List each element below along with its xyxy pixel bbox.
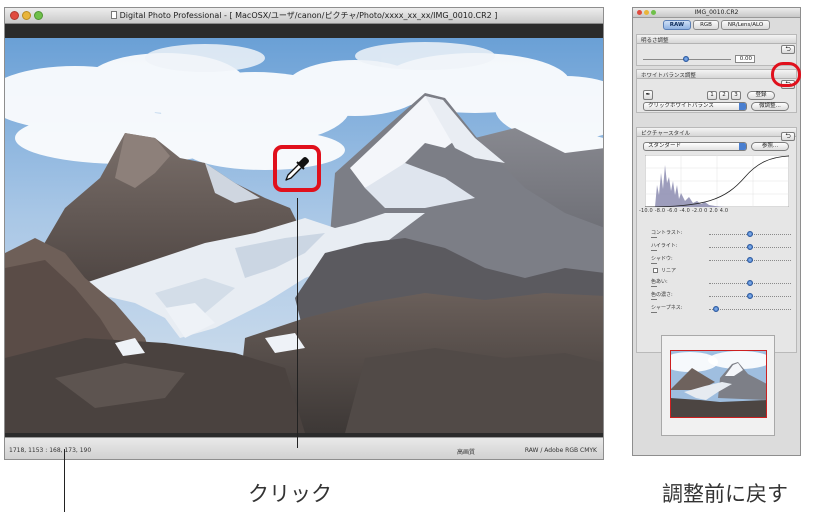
- tab-rgb[interactable]: RGB: [693, 20, 719, 30]
- eyedropper-icon: ✒: [645, 91, 651, 98]
- slider-knob[interactable]: [747, 231, 753, 237]
- viewer-title: Digital Photo Professional - [ MacOSX/ユー…: [5, 10, 603, 21]
- slider-knob[interactable]: [747, 244, 753, 250]
- stage: Digital Photo Professional - [ MacOSX/ユー…: [0, 0, 826, 512]
- linear-label: リニア: [661, 268, 677, 274]
- slider-knob[interactable]: [747, 257, 753, 263]
- slider-knob[interactable]: [747, 280, 753, 286]
- picture-style-browse-button[interactable]: 参照...: [751, 142, 789, 151]
- undo-arrow-icon: ⮌: [785, 132, 791, 140]
- picture-style-reset-button[interactable]: ⮌: [781, 132, 795, 141]
- dropper-highlight: [273, 145, 321, 192]
- slider-knob[interactable]: [747, 293, 753, 299]
- curve-axis-ticks: -10.0 -8.0 -6.0 -4.0 -2.0 0 2.0 4.0: [639, 208, 728, 214]
- axis-tick: -6.0: [667, 208, 678, 214]
- picture-style-value: スタンダード: [648, 143, 682, 149]
- eyedropper-icon: [285, 157, 309, 181]
- axis-tick: -10.0: [639, 208, 653, 214]
- viewer-titlebar[interactable]: Digital Photo Professional - [ MacOSX/ユー…: [5, 8, 603, 24]
- picture-style-section: ピクチャースタイル ⮌ スタンダード 参照... -10.0 -8.0 -6.0…: [636, 127, 797, 353]
- wb-mode-select[interactable]: クリックホワイトバランス: [643, 102, 747, 111]
- axis-tick: 0: [704, 208, 708, 214]
- click-callout: クリック: [248, 482, 332, 506]
- axis-tick: -2.0: [691, 208, 703, 214]
- tab-raw[interactable]: RAW: [662, 20, 692, 30]
- picture-style-header: ピクチャースタイル: [637, 128, 796, 137]
- palette-title: IMG_0010.CR2: [694, 9, 739, 16]
- slider-knob[interactable]: [713, 306, 719, 312]
- status-callout-line: [64, 449, 65, 512]
- axis-tick: 2.0: [709, 208, 718, 214]
- mountain-photo: [5, 38, 603, 433]
- viewer-title-text: Digital Photo Professional - [ MacOSX/ユー…: [119, 11, 498, 20]
- status-quality-mode: 高画質: [457, 449, 476, 456]
- palette-tabs: RAW RGB NR/Lens/ALO: [633, 20, 800, 32]
- white-balance-dropper-button[interactable]: ✒: [643, 90, 653, 100]
- brightness-header: 明るさ調整: [637, 35, 796, 44]
- linear-checkbox[interactable]: [653, 268, 658, 273]
- click-callout-line: [297, 198, 298, 448]
- navigator-panel: [661, 335, 775, 436]
- palette-titlebar[interactable]: IMG_0010.CR2: [633, 8, 800, 18]
- wb-mode-value: クリックホワイトバランス: [648, 103, 714, 109]
- white-balance-label: ホワイトバランス調整: [641, 73, 696, 79]
- undo-arrow-icon: ⮌: [785, 45, 791, 53]
- document-icon: [110, 11, 117, 19]
- image-viewer-window: Digital Photo Professional - [ MacOSX/ユー…: [4, 7, 604, 460]
- wb-fine-tune-button[interactable]: 微調整...: [751, 102, 789, 111]
- slider-icon: [651, 261, 657, 264]
- slider-icon: [651, 284, 657, 287]
- axis-tick: 4.0: [719, 208, 729, 214]
- slider-icon: [651, 235, 657, 238]
- chevron-down-icon: [739, 103, 746, 110]
- chevron-down-icon: [739, 143, 746, 150]
- reset-callout: 調整前に戻す: [662, 482, 788, 506]
- status-color-space: RAW / Adobe RGB CMYK: [524, 447, 597, 454]
- picture-style-select[interactable]: スタンダード: [643, 142, 747, 151]
- wb-preset-2[interactable]: 2: [719, 91, 729, 100]
- slider-icon: [651, 248, 657, 251]
- slider-icon: [651, 310, 657, 313]
- brightness-slider-knob[interactable]: [683, 56, 689, 62]
- brightness-value[interactable]: 0.00: [735, 55, 755, 63]
- wb-preset-3[interactable]: 3: [731, 91, 741, 100]
- wb-preset-1[interactable]: 1: [707, 91, 717, 100]
- wb-register-button[interactable]: 登録: [747, 91, 775, 100]
- slider-icon: [651, 297, 657, 300]
- photo-canvas[interactable]: [5, 38, 603, 433]
- reset-highlight: [771, 62, 801, 87]
- axis-tick: -8.0: [654, 208, 666, 214]
- viewer-statusbar: 1718, 1153 : 168, 173, 190 高画質 RAW / Ado…: [5, 437, 603, 459]
- slider-track[interactable]: [709, 308, 791, 310]
- status-coordinates: 1718, 1153 : 168, 173, 190: [9, 447, 92, 454]
- viewer-toolstrip: [5, 24, 603, 38]
- picture-style-label: ピクチャースタイル: [641, 131, 691, 137]
- histogram-tone-curve[interactable]: [645, 155, 789, 207]
- navigator-thumbnail[interactable]: [670, 350, 767, 418]
- brightness-label: 明るさ調整: [641, 38, 669, 44]
- brightness-section: 明るさ調整 ⮌ 0.00: [636, 34, 797, 66]
- axis-tick: -4.0: [679, 208, 691, 214]
- brightness-reset-button[interactable]: ⮌: [781, 45, 795, 54]
- tab-nr-lens-alo[interactable]: NR/Lens/ALO: [720, 20, 771, 30]
